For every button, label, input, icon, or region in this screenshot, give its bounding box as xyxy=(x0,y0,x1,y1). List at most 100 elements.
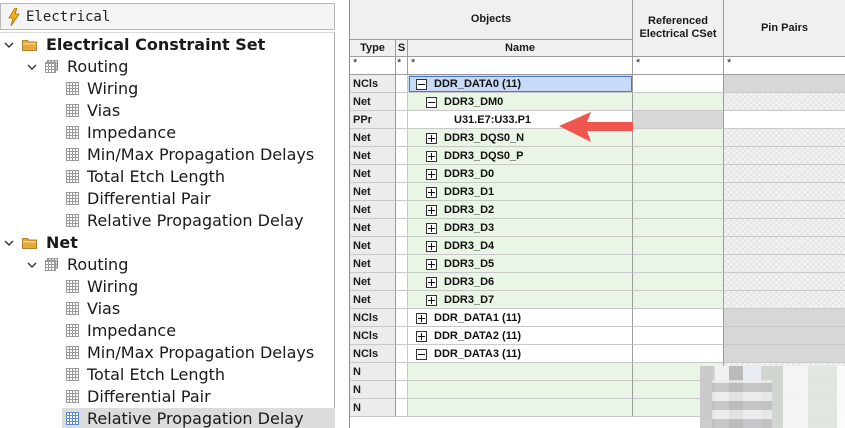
collapse-icon[interactable] xyxy=(416,349,427,360)
name-cell[interactable]: DDR3_D6 xyxy=(408,273,633,291)
name-cell[interactable]: DDR3_D3 xyxy=(408,219,633,237)
tree-group-node[interactable]: Routing xyxy=(0,254,335,276)
referenced-cset-cell[interactable] xyxy=(633,93,724,111)
tree-group-node[interactable]: Routing xyxy=(0,56,335,78)
referenced-cset-cell[interactable] xyxy=(633,273,724,291)
worksheet-item[interactable]: Impedance xyxy=(0,320,335,342)
expand-icon[interactable] xyxy=(426,259,437,270)
s-column-header[interactable]: S xyxy=(396,40,408,57)
worksheet-item[interactable]: Vias xyxy=(0,298,335,320)
expand-icon[interactable] xyxy=(426,223,437,234)
referenced-cset-cell[interactable] xyxy=(633,75,724,93)
s-cell[interactable] xyxy=(396,183,408,201)
referenced-cset-cell[interactable] xyxy=(633,165,724,183)
name-column-header[interactable]: Name xyxy=(408,40,633,57)
name-cell[interactable]: DDR_DATA1 (11) xyxy=(408,309,633,327)
name-cell[interactable]: DDR3_D7 xyxy=(408,291,633,309)
s-cell[interactable] xyxy=(396,327,408,345)
table-row[interactable]: NCls DDR_DATA0 (11) xyxy=(350,75,845,93)
s-cell[interactable] xyxy=(396,75,408,93)
worksheet-item[interactable]: Differential Pair xyxy=(0,188,335,210)
name-cell[interactable]: DDR_DATA2 (11) xyxy=(408,327,633,345)
table-row[interactable]: Net DDR3_D4 xyxy=(350,237,845,255)
name-cell[interactable]: DDR3_D4 xyxy=(408,237,633,255)
table-row[interactable]: Net DDR3_DQS0_P xyxy=(350,147,845,165)
s-cell[interactable] xyxy=(396,129,408,147)
pin-pairs-header[interactable]: Pin Pairs xyxy=(724,0,845,57)
name-cell[interactable]: DDR3_D1 xyxy=(408,183,633,201)
expand-icon[interactable] xyxy=(426,295,437,306)
pin-pairs-cell[interactable] xyxy=(724,129,845,147)
pin-pairs-cell[interactable] xyxy=(724,273,845,291)
expand-icon[interactable] xyxy=(416,313,427,324)
referenced-cset-cell[interactable] xyxy=(633,201,724,219)
s-cell[interactable] xyxy=(396,291,408,309)
name-cell[interactable]: DDR3_D2 xyxy=(408,201,633,219)
s-cell[interactable] xyxy=(396,93,408,111)
pin-pairs-cell[interactable] xyxy=(724,111,845,129)
table-row[interactable]: Net DDR3_D6 xyxy=(350,273,845,291)
referenced-cset-header[interactable]: Referenced Electrical CSet xyxy=(633,0,724,57)
pin-pairs-filter-field[interactable]: * xyxy=(724,57,845,75)
workbook-tab[interactable]: Electrical xyxy=(0,3,335,30)
pin-pairs-cell[interactable] xyxy=(724,201,845,219)
s-cell[interactable] xyxy=(396,309,408,327)
pin-pairs-cell[interactable] xyxy=(724,291,845,309)
name-cell[interactable]: DDR_DATA0 (11) xyxy=(408,75,633,93)
worksheet-item[interactable]: Min/Max Propagation Delays xyxy=(0,342,335,364)
table-row[interactable]: Net DDR3_DM0 xyxy=(350,93,845,111)
name-cell[interactable]: DDR3_DQS0_P xyxy=(408,147,633,165)
referenced-cset-cell[interactable] xyxy=(633,309,724,327)
referenced-cset-cell[interactable] xyxy=(633,345,724,363)
expand-icon[interactable] xyxy=(416,331,427,342)
table-row[interactable]: NCls DDR_DATA3 (11) xyxy=(350,345,845,363)
worksheet-item[interactable]: Total Etch Length xyxy=(0,364,335,386)
s-cell[interactable] xyxy=(396,111,408,129)
expand-icon[interactable] xyxy=(426,187,437,198)
s-cell[interactable] xyxy=(396,201,408,219)
s-cell[interactable] xyxy=(396,219,408,237)
s-cell[interactable] xyxy=(396,165,408,183)
chevron-down-icon[interactable] xyxy=(27,260,37,270)
pin-pairs-cell[interactable] xyxy=(724,183,845,201)
s-cell[interactable] xyxy=(396,147,408,165)
pin-pairs-cell[interactable] xyxy=(724,93,845,111)
pin-pairs-cell[interactable] xyxy=(724,255,845,273)
referenced-cset-cell[interactable] xyxy=(633,111,724,129)
worksheet-item[interactable]: Wiring xyxy=(0,78,335,100)
pin-pairs-cell[interactable] xyxy=(724,219,845,237)
referenced-cset-cell[interactable] xyxy=(633,327,724,345)
s-cell[interactable] xyxy=(396,399,408,417)
pin-pairs-cell[interactable] xyxy=(724,309,845,327)
worksheet-item[interactable]: Vias xyxy=(0,100,335,122)
referenced-filter-field[interactable]: * xyxy=(633,57,724,75)
chevron-down-icon[interactable] xyxy=(4,40,14,50)
s-cell[interactable] xyxy=(396,255,408,273)
referenced-cset-cell[interactable] xyxy=(633,219,724,237)
collapse-icon[interactable] xyxy=(416,79,427,90)
worksheet-item[interactable]: Relative Propagation Delay xyxy=(0,408,335,428)
name-cell[interactable] xyxy=(408,363,633,381)
pin-pairs-cell[interactable] xyxy=(724,327,845,345)
expand-icon[interactable] xyxy=(426,277,437,288)
pin-pairs-cell[interactable] xyxy=(724,75,845,93)
referenced-cset-cell[interactable] xyxy=(633,183,724,201)
expand-icon[interactable] xyxy=(426,151,437,162)
worksheet-tree[interactable]: Electrical Constraint Set Routing Wiring Vi… xyxy=(0,32,335,428)
name-cell[interactable] xyxy=(408,381,633,399)
worksheet-item[interactable]: Min/Max Propagation Delays xyxy=(0,144,335,166)
pin-pairs-cell[interactable] xyxy=(724,345,845,363)
name-cell[interactable]: DDR_DATA3 (11) xyxy=(408,345,633,363)
name-cell[interactable] xyxy=(408,399,633,417)
table-row[interactable]: Net DDR3_D3 xyxy=(350,219,845,237)
name-cell[interactable]: DDR3_D5 xyxy=(408,255,633,273)
s-cell[interactable] xyxy=(396,273,408,291)
table-row[interactable]: Net DDR3_D7 xyxy=(350,291,845,309)
worksheet-item[interactable]: Relative Propagation Delay xyxy=(0,210,335,232)
name-cell[interactable]: DDR3_DM0 xyxy=(408,93,633,111)
worksheet-item[interactable]: Wiring xyxy=(0,276,335,298)
pin-pairs-cell[interactable] xyxy=(724,165,845,183)
tree-folder-node[interactable]: Net xyxy=(0,232,335,254)
worksheet-item[interactable]: Impedance xyxy=(0,122,335,144)
referenced-cset-cell[interactable] xyxy=(633,129,724,147)
